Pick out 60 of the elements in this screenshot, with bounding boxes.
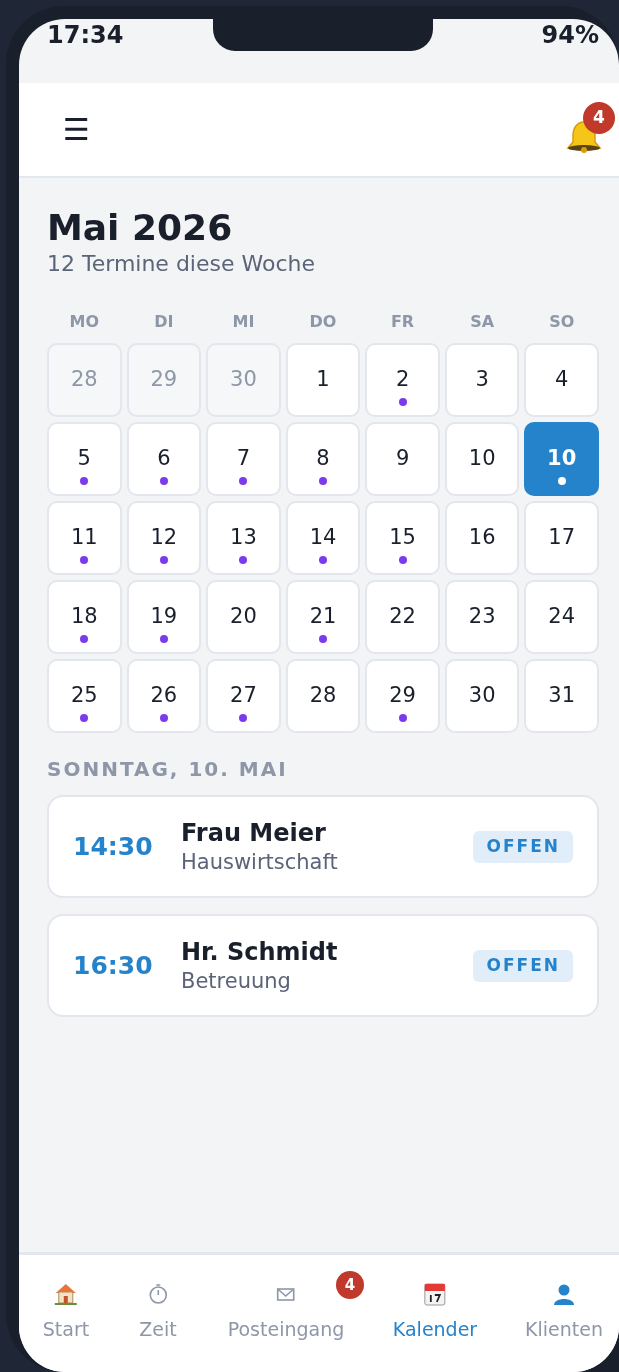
- calendar-day[interactable]: 9: [365, 422, 440, 496]
- appointment-card[interactable]: 16:30 Hr. Schmidt Betreuung OFFEN: [47, 914, 599, 1017]
- menu-button[interactable]: ☰: [63, 114, 90, 145]
- calendar-day[interactable]: 6: [126, 422, 202, 496]
- calendar-day[interactable]: 26: [126, 659, 202, 733]
- calendar-day[interactable]: 25: [47, 659, 122, 733]
- client-name: Hr. Schmidt: [181, 936, 339, 967]
- weekday-label: MI: [232, 312, 255, 332]
- house-icon: [53, 1281, 79, 1307]
- weekday-label: SA: [470, 312, 495, 332]
- calendar-day[interactable]: 24: [524, 580, 599, 654]
- weekday-label: FR: [390, 312, 415, 332]
- weekday-label: DO: [309, 312, 337, 332]
- appointment-time: 16:30: [73, 949, 154, 982]
- calendar-day[interactable]: 3: [444, 343, 520, 417]
- calendar-day[interactable]: 13: [206, 501, 281, 575]
- day-heading: SONNTAG, 10. MAI: [47, 757, 289, 781]
- calendar-day[interactable]: 14: [285, 501, 361, 575]
- status-badge: OFFEN: [473, 949, 573, 982]
- calendar-day[interactable]: 20: [206, 580, 281, 654]
- calendar-day[interactable]: 10: [444, 422, 520, 496]
- client-name: Frau Meier: [181, 817, 327, 848]
- status-time: 17:34: [47, 20, 124, 50]
- calendar-day[interactable]: 31: [524, 659, 599, 733]
- calendar-day[interactable]: 15: [365, 501, 440, 575]
- calendar-day[interactable]: 10: [524, 422, 599, 496]
- calendar-day[interactable]: 27: [206, 659, 281, 733]
- calendar-day[interactable]: 17: [524, 501, 599, 575]
- weekday-label: SO: [549, 312, 575, 332]
- weekday-label: DI: [154, 312, 174, 332]
- nav-tab[interactable]: Kalender: [392, 1281, 478, 1341]
- service-type: Betreuung: [181, 967, 292, 995]
- calendar-day[interactable]: 12: [126, 501, 202, 575]
- appointments-summary: 12 Termine diese Woche: [47, 250, 316, 278]
- weekday-label: MO: [69, 312, 100, 332]
- calendar-day[interactable]: 28: [285, 659, 361, 733]
- calendar-day[interactable]: 1: [285, 343, 361, 417]
- calendar-day[interactable]: 4: [524, 343, 599, 417]
- calendar-day[interactable]: 29: [365, 659, 440, 733]
- appointment-time: 14:30: [73, 830, 154, 863]
- calendar-day[interactable]: 7: [206, 422, 281, 496]
- calendar-day[interactable]: 21: [285, 580, 361, 654]
- month-title: Mai 2026: [47, 206, 234, 250]
- calendar-day[interactable]: 16: [444, 501, 520, 575]
- unread-badge: 4: [336, 1271, 364, 1299]
- calendar-day[interactable]: 5: [47, 422, 122, 496]
- calendar-day[interactable]: 23: [444, 580, 520, 654]
- calendar-day[interactable]: 22: [365, 580, 440, 654]
- calendar-day[interactable]: 11: [47, 501, 122, 575]
- calendar-day[interactable]: 2: [365, 343, 440, 417]
- status-badge: OFFEN: [473, 830, 573, 863]
- service-type: Hauswirtschaft: [181, 848, 339, 876]
- calendar-day[interactable]: 19: [126, 580, 202, 654]
- battery-level: 94%: [541, 20, 599, 50]
- notification-badge: 4: [583, 101, 615, 134]
- appointment-card[interactable]: 14:30 Frau Meier Hauswirtschaft OFFEN: [47, 795, 599, 898]
- calendar-day[interactable]: 30: [444, 659, 520, 733]
- calendar-day[interactable]: 18: [47, 580, 122, 654]
- calendar-icon: [422, 1281, 448, 1307]
- calendar-day[interactable]: 8: [285, 422, 361, 496]
